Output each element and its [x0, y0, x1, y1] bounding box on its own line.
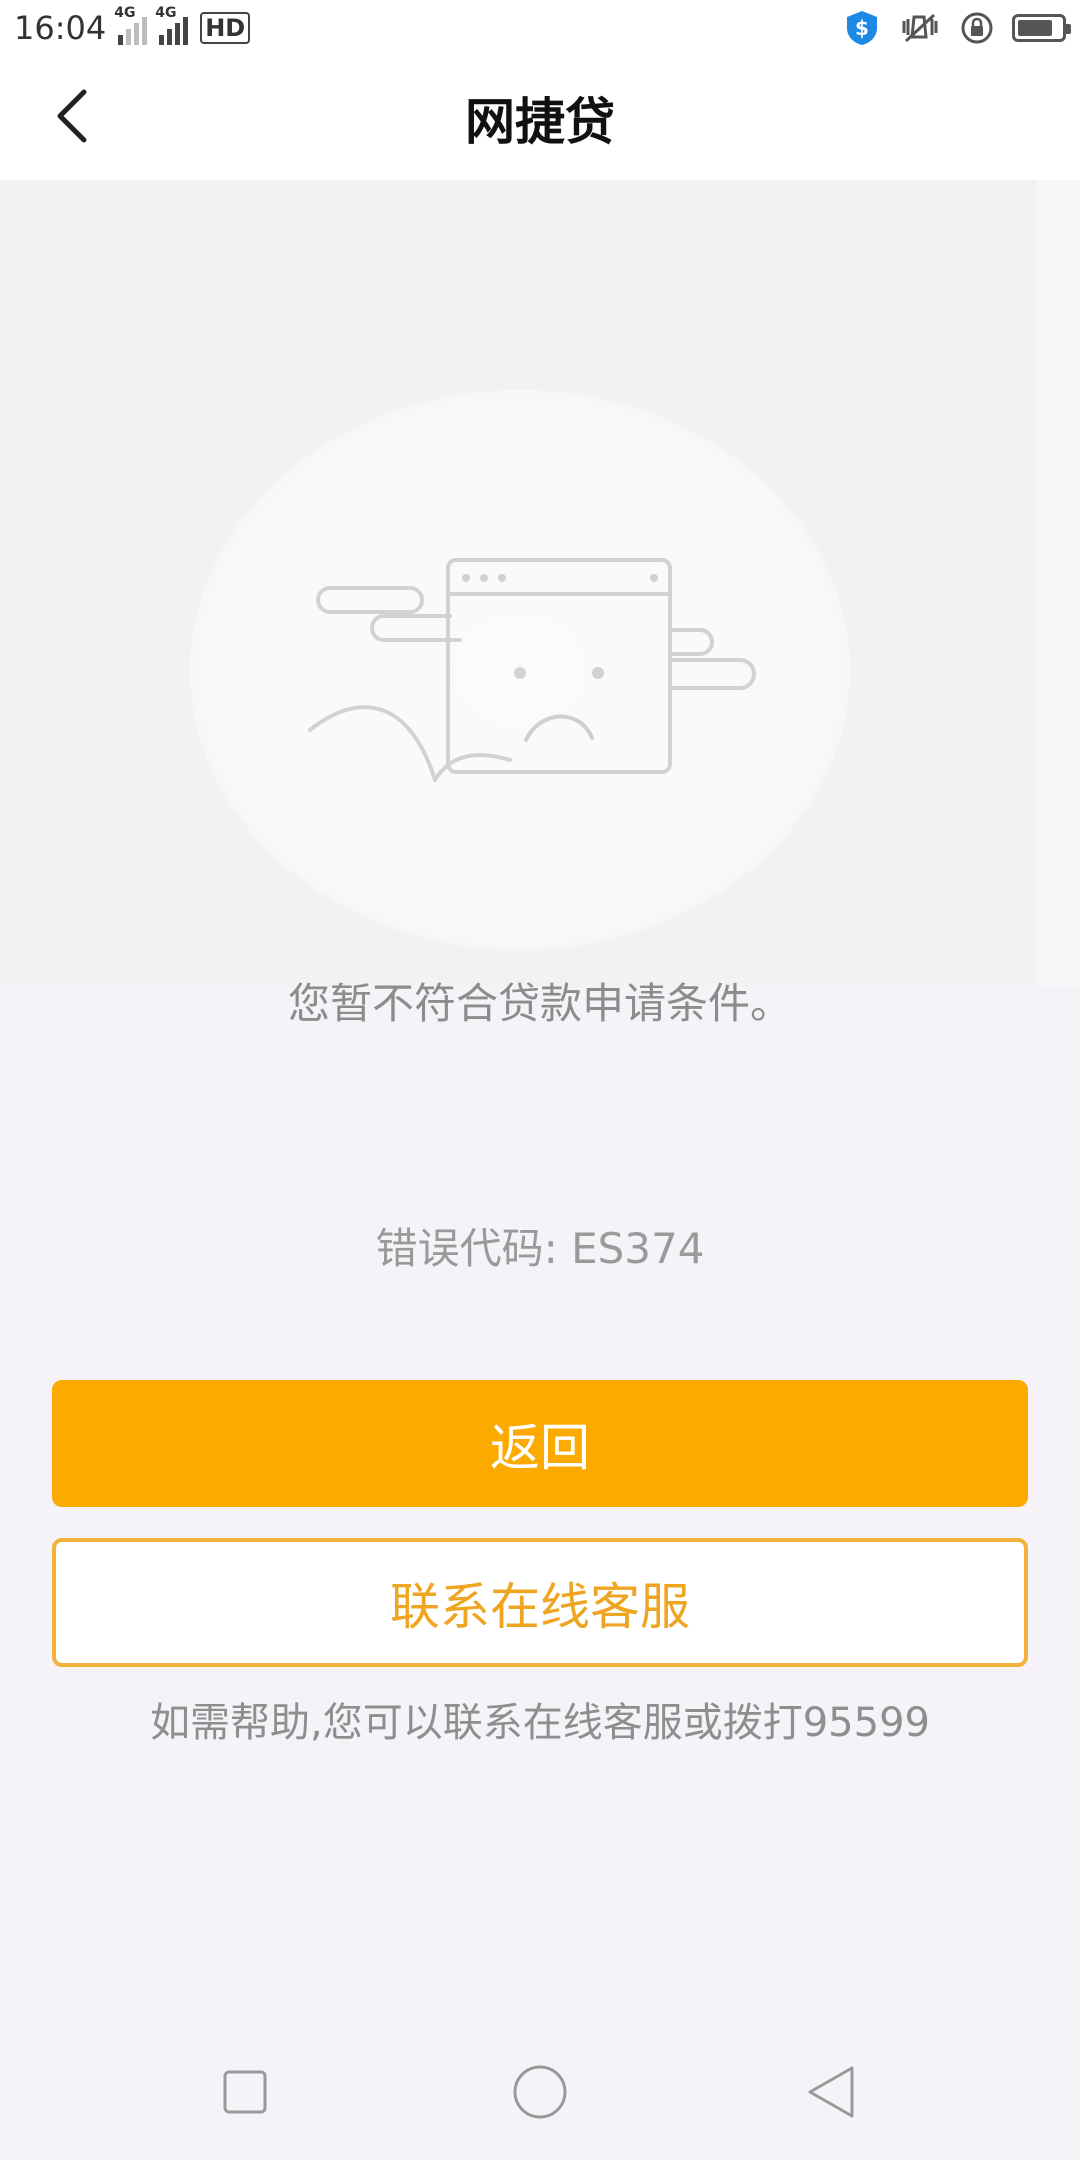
return-button[interactable]: 返回	[52, 1380, 1028, 1507]
status-bar: 16:04 4G 4G HD $	[0, 0, 1080, 56]
back-nav-button[interactable]	[792, 2052, 872, 2132]
system-nav-bar	[0, 2016, 1080, 2160]
signal-icon-2: 4G	[155, 5, 189, 45]
recents-button[interactable]	[205, 2052, 285, 2132]
empty-state-illustration-area	[0, 180, 1036, 986]
circle-icon	[513, 2065, 567, 2119]
error-code: 错误代码: ES374	[375, 1224, 705, 1273]
lock-rotate-icon	[961, 12, 993, 44]
square-icon	[223, 2070, 267, 2114]
contact-service-button[interactable]: 联系在线客服	[52, 1538, 1028, 1667]
network-type-label: 4G	[114, 5, 136, 21]
status-right: $	[844, 9, 1071, 47]
vibrate-icon	[902, 13, 938, 43]
page-title: 网捷贷	[465, 93, 615, 151]
back-button[interactable]	[40, 84, 104, 148]
home-button[interactable]	[500, 2052, 580, 2132]
status-left: 16:04 4G 4G HD	[14, 5, 251, 47]
hero-edge	[1036, 180, 1080, 986]
ineligible-message: 您暂不符合贷款申请条件。	[287, 979, 792, 1028]
app-header: 网捷贷	[0, 56, 1080, 180]
sad-browser-illustration	[308, 558, 756, 782]
triangle-back-icon	[808, 2066, 854, 2118]
svg-text:$: $	[855, 16, 869, 40]
hd-badge: HD	[200, 12, 251, 44]
signal-icon: 4G	[114, 5, 148, 45]
chevron-left-icon	[57, 89, 87, 143]
network-type-label-2: 4G	[155, 5, 177, 21]
status-time: 16:04	[14, 9, 107, 47]
shield-icon: $	[847, 11, 877, 45]
help-text: 如需帮助,您可以联系在线客服或拨打95599	[150, 1700, 930, 1746]
battery-icon	[1012, 14, 1071, 42]
